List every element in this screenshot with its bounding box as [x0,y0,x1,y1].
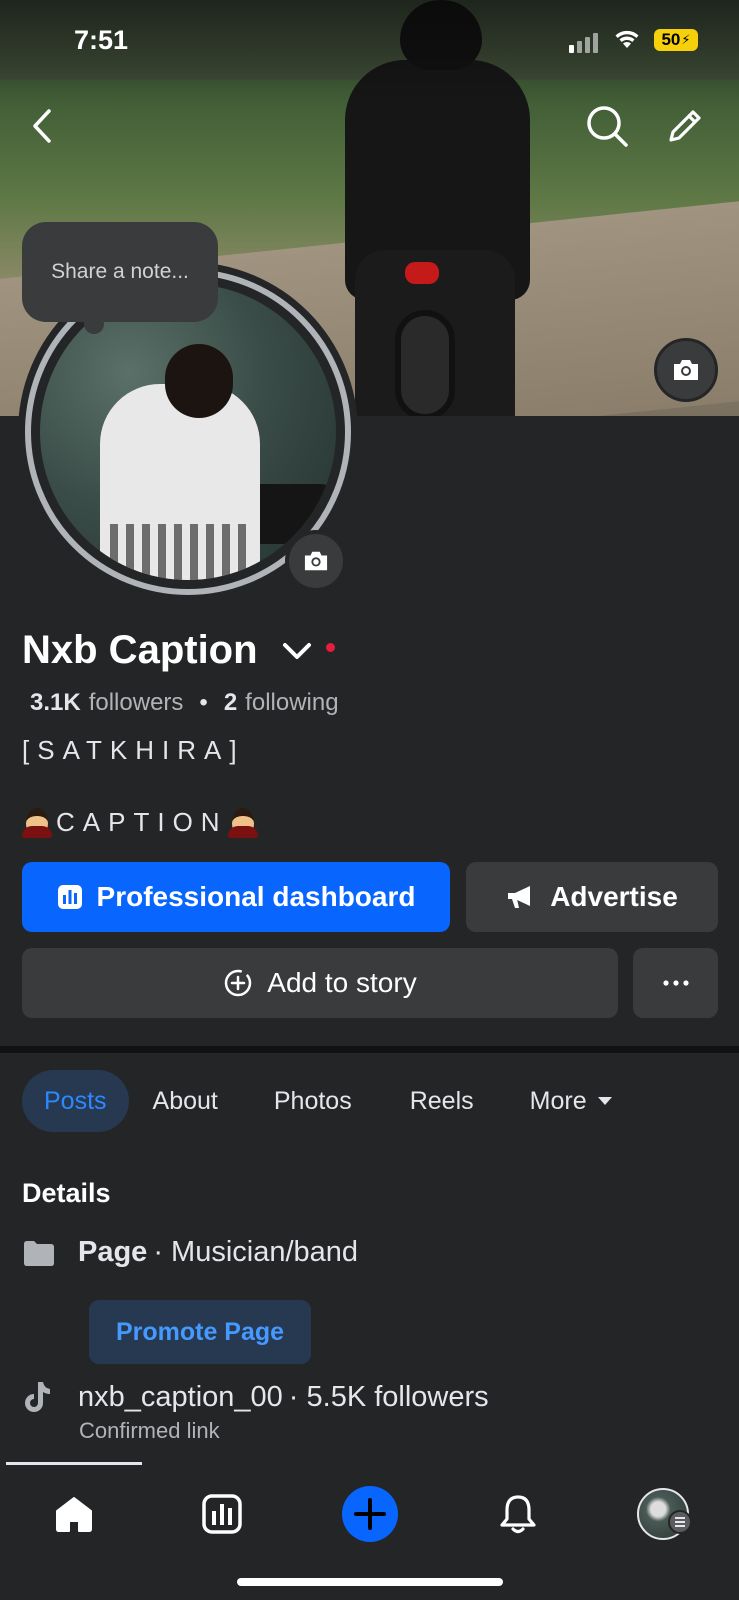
battery-indicator: 50 ⚡ [654,29,698,51]
edit-profile-picture-button[interactable] [285,530,347,592]
search-button[interactable] [583,102,631,150]
plus-icon [354,1498,386,1530]
advertise-button[interactable]: Advertise [466,862,718,932]
search-icon [587,106,628,147]
wifi-icon [615,30,639,48]
advertise-label: Advertise [550,881,678,912]
followers-count[interactable]: 3.1K [30,689,81,717]
vampire-emoji-icon [227,806,258,838]
separator-dot: • [199,689,208,716]
camera-icon [674,360,698,380]
tiktok-icon [25,1382,50,1412]
add-to-story-label: Add to story [267,967,417,998]
following-count[interactable]: 2 [224,689,237,717]
page-label: Page [78,1236,148,1268]
profile-name-row: Nxb Caption [22,628,335,673]
battery-level: 50 [661,30,681,49]
promote-page-label: Promote Page [115,1317,285,1346]
promote-page-button[interactable]: Promote Page [89,1300,311,1364]
nav-notifications[interactable] [488,1484,548,1544]
active-tab-indicator [6,1462,142,1465]
nav-create[interactable] [340,1484,400,1544]
notification-dot [325,643,335,652]
status-time: 7:51 [74,25,129,55]
tiktok-handle[interactable]: nxb_caption_00 [78,1381,283,1414]
more-options-button[interactable] [633,948,718,1018]
bio-line-location: [SATKHIRA] [22,735,245,765]
professional-dashboard-button[interactable]: Professional dashboard [22,862,450,932]
add-circle-icon [225,969,252,997]
avatar-person [100,384,260,580]
chevron-down-icon[interactable] [282,641,312,661]
pencil-icon [669,110,701,142]
camera-icon [304,551,328,571]
section-divider [0,1046,739,1053]
share-note-bubble[interactable]: Share a note... [22,222,218,322]
megaphone-icon [508,886,531,908]
tab-photos-label: Photos [273,1086,352,1115]
tab-about[interactable]: About [143,1070,228,1132]
profile-name: Nxb Caption [22,628,258,672]
create-button [342,1486,398,1542]
avatar-head [165,344,233,418]
home-indicator [237,1578,503,1586]
tab-more-label: More [529,1086,587,1115]
nav-dashboard[interactable] [192,1484,252,1544]
tab-about-label: About [152,1086,218,1115]
bio-line-caption: CAPTION [22,806,258,838]
vampire-emoji-icon [22,806,52,838]
details-heading: Details [22,1178,111,1208]
tab-photos[interactable]: Photos [242,1070,374,1132]
tiktok-link-row[interactable]: nxb_caption_00 · 5.5K followers [22,1380,489,1414]
note-placeholder: Share a note... [51,260,189,283]
tiktok-followers: · 5.5K followers [288,1380,489,1413]
page-category-row: Page · Musician/band [22,1236,358,1269]
chevron-left-icon [33,109,51,143]
nav-home[interactable] [44,1484,104,1544]
tab-posts-label: Posts [44,1086,107,1115]
follow-stats: 3.1K followers • 2 following [30,689,339,717]
ellipsis-icon [662,980,689,986]
bell-icon [500,1495,536,1534]
add-to-story-button[interactable]: Add to story [22,948,618,1018]
menu-badge-icon [668,1510,692,1534]
caret-down-icon [597,1097,612,1105]
status-bar: 7:51 50 ⚡ [0,0,739,80]
tab-reels[interactable]: Reels [388,1070,496,1132]
bio-caption-text: CAPTION [56,806,228,837]
home-icon [56,1497,92,1532]
edit-cover-photo-button[interactable] [654,338,718,402]
dashboard-icon [57,885,82,909]
dashboard-icon [202,1494,242,1534]
followers-label[interactable]: followers [89,689,184,717]
charging-icon: ⚡ [681,32,691,47]
back-button[interactable] [18,102,66,150]
edit-button[interactable] [661,102,709,150]
tab-reels-label: Reels [409,1086,474,1115]
page-flag-icon [24,1240,54,1266]
page-category: · Musician/band [153,1236,359,1268]
following-label[interactable]: following [245,689,338,717]
note-bubble-tail [84,314,104,334]
tab-posts[interactable]: Posts [22,1070,129,1132]
confirmed-link-label: Confirmed link [79,1418,220,1443]
signal-icon [569,33,598,53]
tab-more[interactable]: More [510,1070,623,1132]
profile-tabs: Posts About Photos Reels More [22,1070,637,1132]
professional-dashboard-label: Professional dashboard [96,881,416,912]
